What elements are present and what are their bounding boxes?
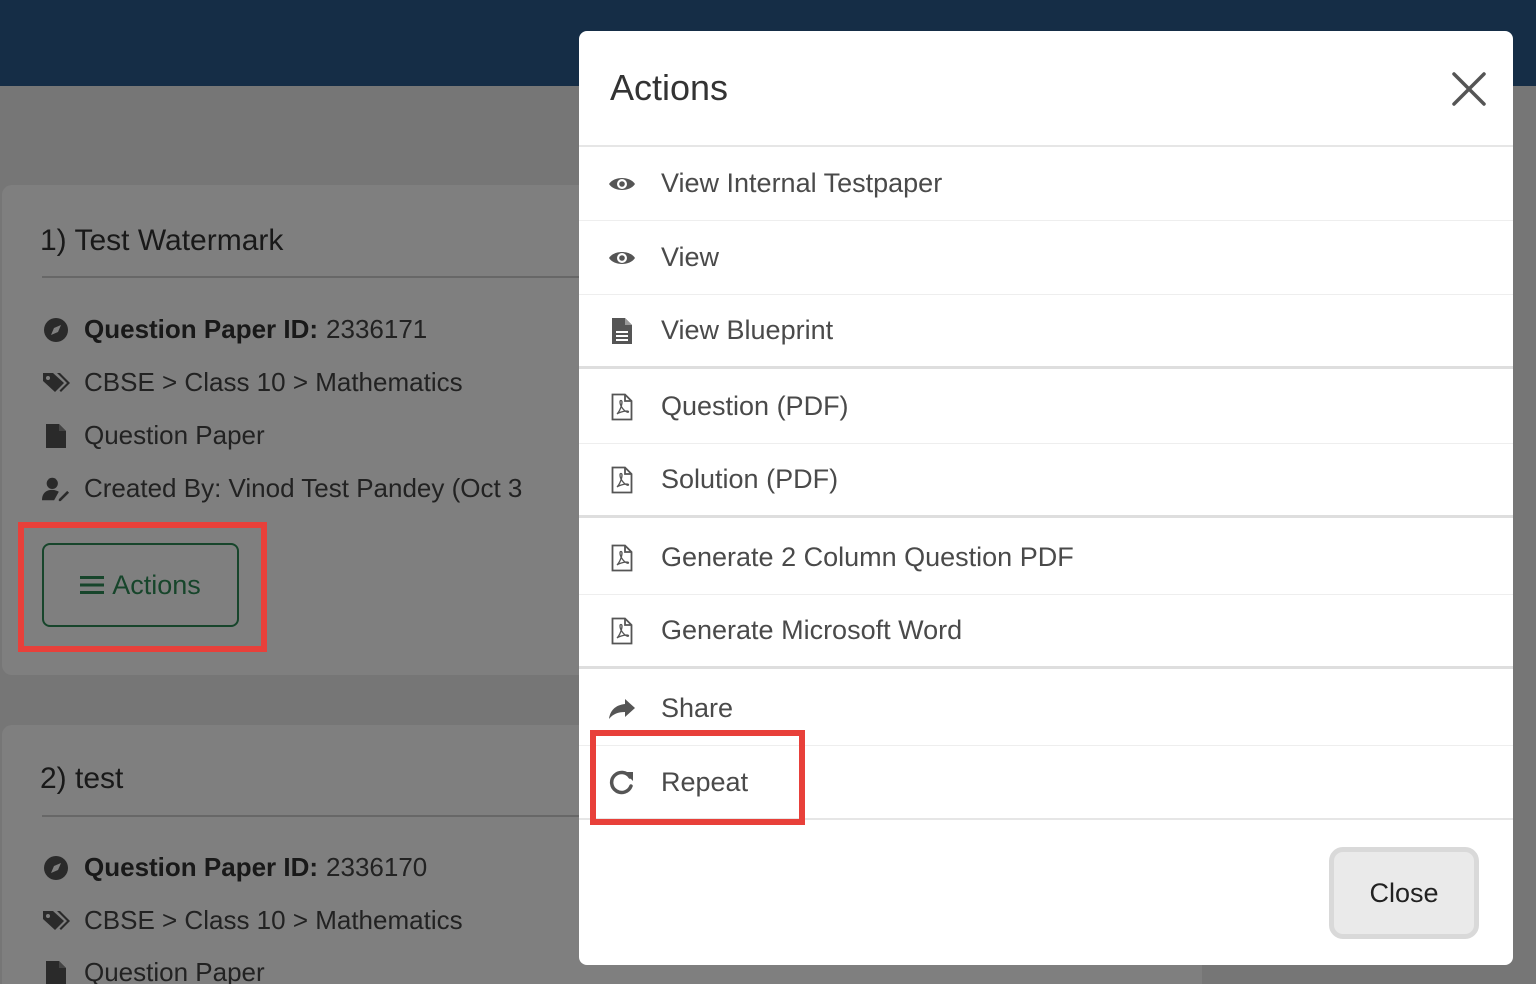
modal-title: Actions: [610, 67, 729, 108]
menu-item-label: Share: [661, 693, 734, 723]
modal-header: Actions: [579, 31, 1513, 147]
menu-item-generate-2-column-pdf[interactable]: Generate 2 Column Question PDF: [579, 521, 1513, 595]
menu-item-generate-microsoft-word[interactable]: Generate Microsoft Word: [579, 595, 1513, 669]
document-icon: [607, 316, 637, 346]
menu-item-view-internal-testpaper[interactable]: View Internal Testpaper: [579, 147, 1513, 221]
menu-item-label: Generate Microsoft Word: [661, 615, 963, 645]
actions-modal: Actions View Internal Testpaper View Vie…: [579, 31, 1513, 965]
menu-item-solution-pdf[interactable]: Solution (PDF): [579, 444, 1513, 518]
close-button[interactable]: Close: [1329, 847, 1479, 939]
pdf-icon: [607, 392, 637, 422]
repeat-icon: [607, 767, 637, 797]
menu-item-label: View Internal Testpaper: [661, 168, 943, 198]
pdf-icon: [607, 543, 637, 573]
menu-item-share[interactable]: Share: [579, 672, 1513, 746]
share-icon: [607, 694, 637, 724]
pdf-icon: [607, 465, 637, 495]
menu-item-question-pdf[interactable]: Question (PDF): [579, 370, 1513, 444]
pdf-icon: [607, 616, 637, 646]
menu-item-label: Generate 2 Column Question PDF: [661, 542, 1074, 572]
menu-item-label: View Blueprint: [661, 315, 834, 345]
menu-item-view-blueprint[interactable]: View Blueprint: [579, 295, 1513, 369]
menu-item-label: Solution (PDF): [661, 464, 839, 494]
eye-icon: [607, 243, 637, 273]
menu-item-label: Repeat: [661, 766, 749, 797]
menu-item-repeat[interactable]: Repeat: [579, 746, 1513, 820]
close-icon[interactable]: [1449, 69, 1489, 109]
menu-item-label: Question (PDF): [661, 391, 849, 421]
eye-icon: [607, 169, 637, 199]
menu-item-view[interactable]: View: [579, 221, 1513, 295]
menu-item-label: View: [661, 242, 720, 272]
